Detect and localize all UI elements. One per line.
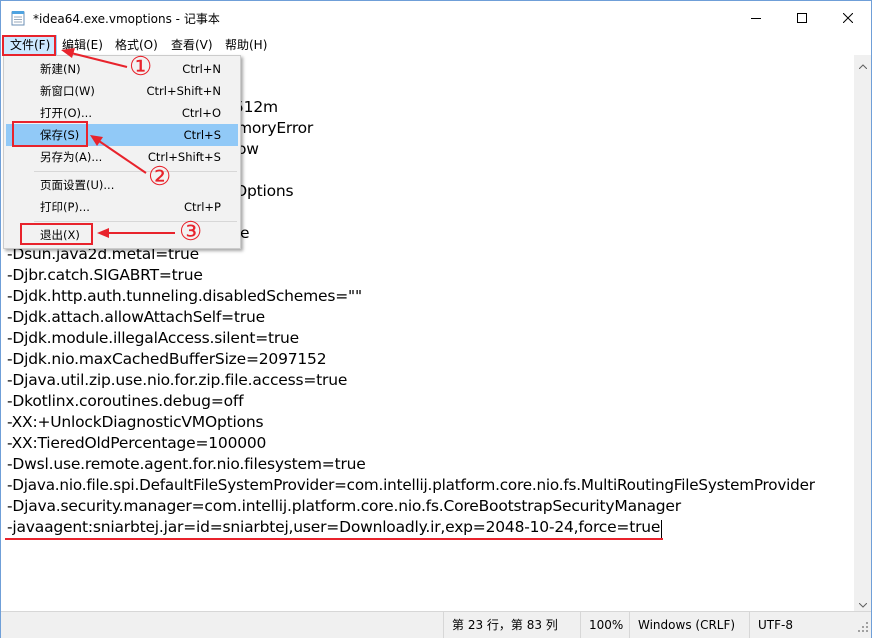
annotation-number-2: ② <box>148 162 172 192</box>
annotation-arrows <box>61 48 175 238</box>
annotation-number-1: ① <box>129 52 153 82</box>
notepad-window: *idea64.exe.vmoptions - 记事本 文件(F) 编辑(E) … <box>0 0 872 638</box>
annotation-number-3: ③ <box>179 217 203 247</box>
